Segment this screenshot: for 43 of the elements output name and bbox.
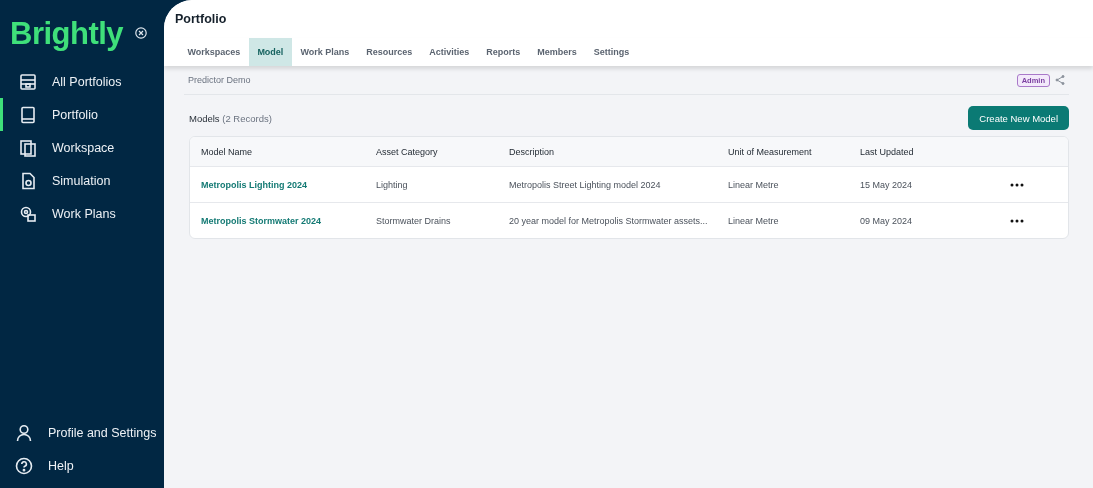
nav-item[interactable]: All Portfolios	[0, 65, 164, 98]
tab[interactable]: Members	[528, 38, 586, 66]
breadcrumb: Predictor Demo	[188, 75, 251, 85]
column-header: Description	[509, 146, 556, 157]
tab[interactable]: Settings	[585, 38, 638, 66]
nav-item[interactable]: Simulation	[0, 164, 164, 197]
table-cell-text: Metropolis Street Lighting model 2024	[509, 179, 662, 190]
model-link[interactable]: Metropolis Stormwater 2024	[201, 215, 376, 226]
more-icon[interactable]	[1010, 218, 1024, 223]
nav-item[interactable]: Workspace	[0, 131, 164, 164]
column-header: Last Updated	[860, 146, 915, 157]
nav-item[interactable]: Help	[0, 449, 164, 482]
tab[interactable]: Work Plans	[291, 38, 358, 66]
close-icon[interactable]	[135, 27, 148, 39]
section-title: Models (2 Records)	[189, 112, 272, 124]
table-cell-text: 09 May 2024	[860, 215, 914, 226]
model-link[interactable]: Metropolis Lighting 2024	[201, 179, 376, 190]
book-icon	[18, 104, 38, 125]
table-cell-text: Lighting	[376, 179, 409, 190]
table-cell-text: Linear Metre	[728, 215, 780, 226]
column-header: Unit of Measurement	[728, 146, 813, 157]
tab[interactable]: Activities	[420, 38, 478, 66]
tab[interactable]: Resources	[357, 38, 421, 66]
column-header: Asset Category	[376, 146, 439, 157]
table-cell-text: 20 year model for Metropolis Stormwater assets...	[509, 215, 709, 226]
share-icon[interactable]	[1055, 75, 1065, 85]
nav-item[interactable]: Profile and Settings	[0, 416, 164, 449]
tab[interactable]: Reports	[477, 38, 529, 66]
nav-item[interactable]: Work Plans	[0, 197, 164, 230]
table-icon	[18, 71, 38, 92]
more-icon[interactable]	[1010, 182, 1024, 187]
brand-logo: Brightly	[10, 17, 124, 49]
table-cell-text: 15 May 2024	[860, 179, 914, 190]
table-cell-text: Stormwater Drains	[376, 215, 452, 226]
create-button[interactable]: Create New Model	[968, 106, 1069, 130]
column-header: Model Name	[201, 146, 254, 157]
tab[interactable]: Workspaces	[179, 38, 249, 66]
tab[interactable]: Model	[248, 38, 292, 66]
pages-icon	[18, 137, 38, 158]
user-icon	[14, 422, 34, 443]
page-title: Portfolio	[175, 12, 227, 26]
help-icon	[14, 455, 34, 476]
table-cell-text: Linear Metre	[728, 179, 780, 190]
